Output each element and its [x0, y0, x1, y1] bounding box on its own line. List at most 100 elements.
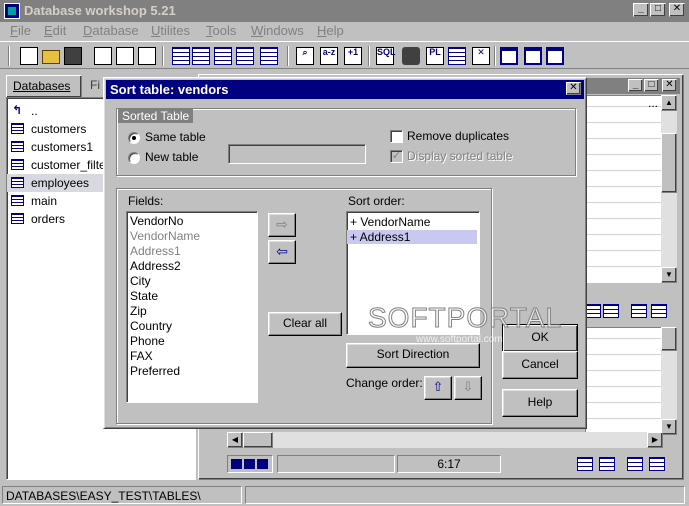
- open-folder-icon[interactable]: [42, 50, 60, 64]
- field-item[interactable]: VendorName: [130, 229, 200, 243]
- chart-icon[interactable]: [448, 47, 466, 65]
- field-item[interactable]: Preferred: [130, 364, 180, 378]
- x-table-icon[interactable]: ✕: [472, 47, 490, 65]
- horizontal-scrollbar[interactable]: ◀ ▶: [227, 432, 663, 448]
- add-field-button[interactable]: ⇨: [268, 213, 296, 237]
- menu-windows[interactable]: Windows: [251, 23, 304, 38]
- child-maximize-button[interactable]: □: [644, 79, 659, 92]
- move-up-button[interactable]: ⇧: [424, 376, 452, 400]
- grid-edit-icon[interactable]: [192, 47, 210, 65]
- nav-grid-icon[interactable]: [577, 457, 593, 471]
- nav-grid-copy-icon[interactable]: [649, 457, 665, 471]
- toolbar-separator: [287, 46, 289, 66]
- grid-bottom-scrollbar[interactable]: ▼: [661, 327, 677, 435]
- scroll-right-button[interactable]: ▶: [647, 432, 663, 448]
- sort-order-item[interactable]: + VendorName: [350, 215, 476, 229]
- maximize-button[interactable]: □: [650, 3, 666, 17]
- pl-icon[interactable]: PL: [426, 47, 444, 65]
- scroll-thumb[interactable]: [661, 133, 677, 193]
- nav-next-icon[interactable]: [257, 459, 268, 469]
- clear-all-button[interactable]: Clear all: [268, 312, 342, 336]
- new-file-icon[interactable]: [20, 47, 38, 65]
- sorted-table-group-label: Sorted Table: [118, 109, 194, 123]
- grid-copy-icon[interactable]: [236, 47, 254, 65]
- new-table-radio[interactable]: [128, 152, 140, 164]
- tile-vertical-icon[interactable]: [546, 47, 564, 65]
- field-item[interactable]: VendorNo: [130, 214, 183, 228]
- scroll-thumb[interactable]: [661, 327, 677, 351]
- table-delete-icon[interactable]: [138, 47, 156, 65]
- remove-field-button[interactable]: ⇦: [268, 240, 296, 264]
- scroll-down-button[interactable]: ▼: [661, 267, 677, 283]
- menu-database[interactable]: Database: [83, 23, 139, 38]
- field-item[interactable]: Phone: [130, 334, 165, 348]
- grid-check-icon[interactable]: [260, 47, 278, 65]
- close-button[interactable]: ✕: [669, 3, 685, 17]
- remove-duplicates-checkbox[interactable]: [390, 130, 403, 143]
- nav-grid-icon[interactable]: [585, 304, 601, 318]
- child-minimize-button[interactable]: _: [628, 79, 643, 92]
- nav-prev-icon[interactable]: [244, 459, 255, 469]
- data-grid-top[interactable]: ...: [585, 95, 663, 283]
- same-table-label[interactable]: Same table: [145, 130, 206, 144]
- cascade-icon[interactable]: [500, 47, 518, 65]
- fields-listbox[interactable]: VendorNo VendorName Address1 Address2 City St…: [126, 211, 258, 403]
- field-item[interactable]: Country: [130, 319, 172, 333]
- table-new-icon[interactable]: [94, 47, 112, 65]
- nav-grid-edit-icon[interactable]: [603, 304, 619, 318]
- tab-databases-label: Databases: [13, 79, 71, 93]
- sort-az-icon[interactable]: a-z: [320, 47, 338, 65]
- field-item[interactable]: Address1: [130, 244, 181, 258]
- comment-icon[interactable]: [402, 47, 420, 65]
- help-button[interactable]: Help: [502, 389, 578, 417]
- table-copy-icon[interactable]: [116, 47, 134, 65]
- sort-number-icon[interactable]: +1: [344, 47, 362, 65]
- nav-grid-copy-icon[interactable]: [651, 304, 667, 318]
- tile-horizontal-icon[interactable]: [524, 47, 542, 65]
- move-down-button[interactable]: ⇩: [454, 376, 482, 400]
- field-item[interactable]: State: [130, 289, 158, 303]
- new-table-label[interactable]: New table: [145, 150, 198, 164]
- up-arrow-icon: ↰: [12, 103, 23, 117]
- scroll-left-button[interactable]: ◀: [227, 432, 243, 448]
- grid-add-icon[interactable]: [214, 47, 232, 65]
- nav-first-icon[interactable]: [231, 459, 242, 469]
- remove-duplicates-label[interactable]: Remove duplicates: [407, 129, 509, 143]
- toolbar-separator: [8, 46, 10, 66]
- same-table-radio[interactable]: [128, 132, 140, 144]
- grid-top-scrollbar[interactable]: ▲ ▼: [661, 95, 677, 283]
- field-item[interactable]: Zip: [130, 304, 147, 318]
- nav-grid-add-icon[interactable]: [631, 304, 647, 318]
- sort-direction-button[interactable]: Sort Direction: [346, 343, 480, 368]
- toolbar-separator: [494, 46, 496, 66]
- menu-help[interactable]: Help: [317, 23, 344, 38]
- field-item[interactable]: FAX: [130, 349, 153, 363]
- menu-utilites[interactable]: Utilites: [151, 23, 190, 38]
- scroll-down-button[interactable]: ▼: [661, 419, 677, 435]
- tab-databases[interactable]: Databases: [6, 75, 82, 97]
- nav-grid-edit-icon[interactable]: [599, 457, 615, 471]
- display-sorted-label: Display sorted table: [407, 149, 513, 163]
- minimize-button[interactable]: _: [633, 3, 649, 17]
- status-path: DATABASES\EASY_TEST\TABLES\: [6, 489, 201, 503]
- sql-icon[interactable]: SQL: [376, 47, 396, 65]
- record-nav[interactable]: [227, 455, 273, 473]
- save-icon[interactable]: [64, 47, 82, 65]
- scroll-up-button[interactable]: ▲: [661, 95, 677, 111]
- scroll-thumb[interactable]: [243, 432, 273, 448]
- new-table-name-input[interactable]: [228, 144, 366, 164]
- find-icon[interactable]: ⌕: [296, 47, 314, 65]
- grid-icon[interactable]: [172, 47, 190, 65]
- data-grid-bottom[interactable]: [585, 327, 663, 435]
- list-item-label: customers: [31, 122, 87, 136]
- menu-tools[interactable]: Tools: [206, 23, 236, 38]
- child-close-button[interactable]: ✕: [662, 79, 677, 92]
- field-item[interactable]: Address2: [130, 259, 181, 273]
- menu-file[interactable]: File: [10, 23, 31, 38]
- dialog-close-button[interactable]: ✕: [566, 82, 581, 95]
- menu-edit[interactable]: Edit: [44, 23, 66, 38]
- sort-order-item[interactable]: + Address1: [347, 230, 477, 244]
- nav-grid-add-icon[interactable]: [627, 457, 643, 471]
- cancel-button[interactable]: Cancel: [502, 351, 578, 379]
- field-item[interactable]: City: [130, 274, 151, 288]
